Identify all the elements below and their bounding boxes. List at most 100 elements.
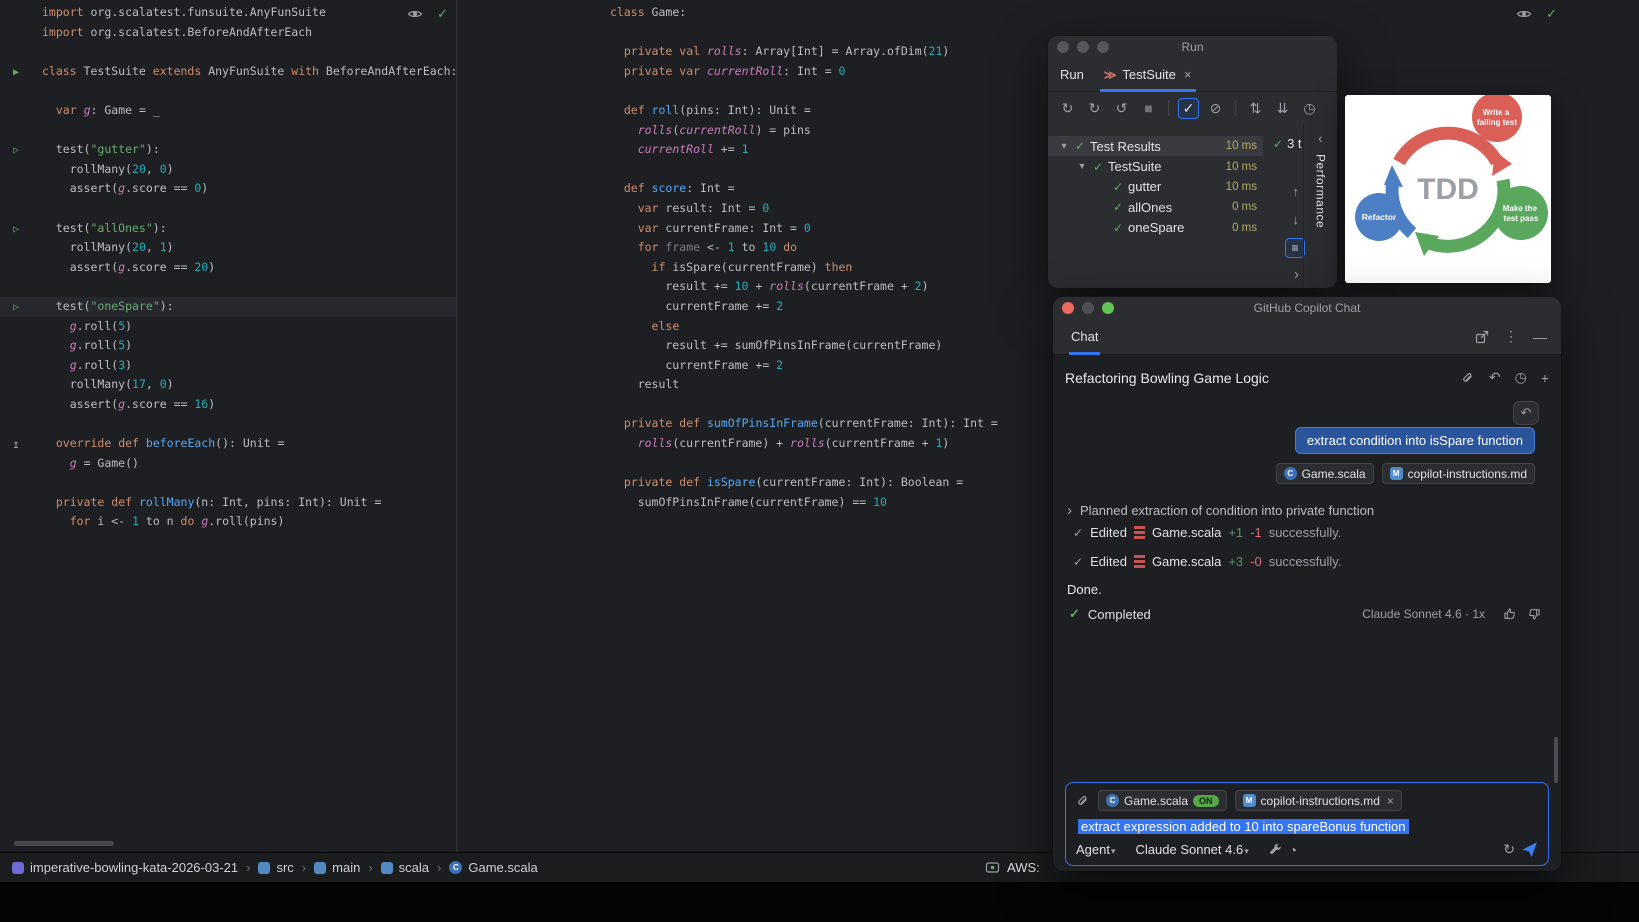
inspections-passed-icon[interactable]: ✓ xyxy=(1546,6,1557,22)
thumbs-up-icon[interactable] xyxy=(1503,607,1517,621)
mode-dropdown[interactable]: Agent▾ xyxy=(1076,842,1116,857)
code-line[interactable]: ▷ test("gutter"): xyxy=(0,140,456,160)
code-line[interactable]: g = Game() xyxy=(0,454,456,474)
sort-alphabetically-icon[interactable]: ⇅ xyxy=(1245,98,1266,119)
rerun-failed-icon[interactable]: ↻ xyxy=(1084,98,1105,119)
context-chip[interactable]: CGame.scalaON xyxy=(1098,790,1227,811)
attach-icon[interactable] xyxy=(1461,371,1475,385)
code-line[interactable]: ▶class TestSuite extends AnyFunSuite wit… xyxy=(0,62,456,82)
input-text-row[interactable]: extract expression added to 10 into spar… xyxy=(1078,819,1536,834)
code-line[interactable]: ↥ override def beforeEach(): Unit = xyxy=(0,434,456,454)
code-line[interactable] xyxy=(0,81,456,101)
code-line[interactable]: import org.scalatest.funsuite.AnyFunSuit… xyxy=(0,3,456,23)
code-line[interactable]: assert(g.score == 16) xyxy=(0,395,456,415)
undo-edits-icon[interactable]: ↶ xyxy=(1489,369,1501,386)
horizontal-scrollbar[interactable] xyxy=(14,841,114,846)
tab-testsuite[interactable]: ≫ TestSuite × xyxy=(1100,58,1196,92)
zoom-window-icon[interactable] xyxy=(1097,41,1109,53)
show-ignored-icon[interactable]: ⊘ xyxy=(1205,98,1226,119)
more-options-icon[interactable]: ⋮ xyxy=(1504,328,1518,345)
chat-input-box[interactable]: CGame.scalaON Mcopilot-instructions.md× e… xyxy=(1065,782,1549,866)
expand-panel-icon[interactable]: › xyxy=(1294,266,1299,283)
toggle-auto-test-icon[interactable]: ↺ xyxy=(1111,98,1132,119)
hide-panel-icon[interactable]: — xyxy=(1533,329,1547,345)
inspections-passed-icon[interactable]: ✓ xyxy=(437,6,448,22)
code-line[interactable]: rollMany(17, 0) xyxy=(0,375,456,395)
code-line[interactable] xyxy=(0,277,456,297)
chat-scrollbar[interactable] xyxy=(1554,737,1558,783)
code-line[interactable]: assert(g.score == 20) xyxy=(0,258,456,278)
code-line[interactable]: g.roll(3) xyxy=(0,356,456,376)
chat-history-icon[interactable]: ◷ xyxy=(1515,369,1527,386)
breadcrumb-item[interactable]: main xyxy=(314,860,360,875)
test-tree-row[interactable]: ✓oneSpare0 ms xyxy=(1048,218,1263,238)
override-gutter-icon[interactable]: ↥ xyxy=(7,435,25,455)
tab-run[interactable]: Run xyxy=(1060,58,1084,92)
minimize-window-icon[interactable] xyxy=(1082,302,1094,314)
breadcrumb-item[interactable]: src xyxy=(258,860,293,875)
usage-icon[interactable]: ◔ xyxy=(1289,842,1297,858)
code-line[interactable]: import org.scalatest.BeforeAndAfterEach xyxy=(0,23,456,43)
editor-testsuite-pane[interactable]: import org.scalatest.funsuite.AnyFunSuit… xyxy=(0,0,456,852)
attach-file-icon[interactable] xyxy=(1076,794,1090,808)
code-line[interactable] xyxy=(0,473,456,493)
code-line[interactable]: ▷ test("oneSpare"): xyxy=(0,297,456,317)
test-history-icon[interactable]: ◷ xyxy=(1299,98,1320,119)
test-tree-row[interactable]: ▾✓TestSuite10 ms xyxy=(1048,156,1263,176)
code-line[interactable]: assert(g.score == 0) xyxy=(0,179,456,199)
run-class-gutter-icon[interactable]: ▶ xyxy=(7,63,25,83)
show-passed-icon[interactable]: ✓ xyxy=(1178,98,1199,119)
context-chip[interactable]: Mcopilot-instructions.md× xyxy=(1235,790,1402,811)
tools-icon[interactable] xyxy=(1269,843,1283,857)
test-tree-row[interactable]: ✓gutter10 ms xyxy=(1048,177,1263,197)
zoom-window-icon[interactable] xyxy=(1102,302,1114,314)
context-chip[interactable]: CGame.scala xyxy=(1276,463,1374,484)
run-test-gutter-icon[interactable]: ▷ xyxy=(7,220,25,240)
input-selected-text[interactable]: extract expression added to 10 into spar… xyxy=(1078,819,1409,834)
close-window-icon[interactable] xyxy=(1057,41,1069,53)
test-tree-row[interactable]: ✓allOnes0 ms xyxy=(1048,197,1263,217)
code-line[interactable]: ▷ test("allOnes"): xyxy=(0,219,456,239)
code-line[interactable] xyxy=(0,199,456,219)
edited-file-name[interactable]: Game.scala xyxy=(1152,554,1221,569)
undo-button[interactable]: ↶ xyxy=(1513,401,1539,425)
aws-status-label[interactable]: AWS: xyxy=(1007,860,1040,875)
edited-file-name[interactable]: Game.scala xyxy=(1152,525,1221,540)
run-window-titlebar[interactable]: Run xyxy=(1048,36,1337,58)
chevron-down-icon[interactable]: ▾ xyxy=(1074,161,1090,172)
thumbs-down-icon[interactable] xyxy=(1527,607,1541,621)
close-window-icon[interactable] xyxy=(1062,302,1074,314)
close-tab-icon[interactable]: × xyxy=(1184,67,1192,82)
code-line[interactable]: g.roll(5) xyxy=(0,336,456,356)
run-test-gutter-icon[interactable]: ▷ xyxy=(7,141,25,161)
tab-performance[interactable]: Performance xyxy=(1314,154,1328,228)
code-line[interactable]: var g: Game = _ xyxy=(0,101,456,121)
send-icon[interactable] xyxy=(1521,841,1538,858)
filter-tests-icon[interactable]: ≡ xyxy=(1285,238,1305,258)
aws-icon[interactable] xyxy=(985,860,1000,875)
code-line[interactable]: rollMany(20, 0) xyxy=(0,160,456,180)
remove-chip-icon[interactable]: × xyxy=(1387,794,1394,808)
rerun-icon[interactable]: ↻ xyxy=(1057,98,1078,119)
context-chip[interactable]: Mcopilot-instructions.md xyxy=(1382,463,1535,484)
code-line[interactable] xyxy=(0,414,456,434)
code-line[interactable]: private def rollMany(n: Int, pins: Int):… xyxy=(0,493,456,513)
next-test-icon[interactable]: ↓ xyxy=(1293,212,1300,227)
regenerate-icon[interactable]: ↻ xyxy=(1503,841,1515,858)
user-message-bubble[interactable]: extract condition into isSpare function xyxy=(1295,427,1535,454)
code-line[interactable]: class Game: xyxy=(457,3,1639,23)
chevron-down-icon[interactable]: ▾ xyxy=(1056,141,1072,152)
eye-icon[interactable] xyxy=(407,6,423,22)
collapse-icon[interactable]: ‹ xyxy=(1318,130,1323,146)
breadcrumb-item[interactable]: imperative-bowling-kata-2026-03-21 xyxy=(12,860,238,875)
tab-chat[interactable]: Chat xyxy=(1069,319,1100,355)
code-line[interactable]: for i <- 1 to n do g.roll(pins) xyxy=(0,512,456,532)
open-in-editor-icon[interactable] xyxy=(1475,330,1489,344)
minimize-window-icon[interactable] xyxy=(1077,41,1089,53)
code-line[interactable] xyxy=(0,42,456,62)
collapsed-step-row[interactable]: › Planned extraction of condition into p… xyxy=(1067,502,1374,519)
previous-test-icon[interactable]: ↑ xyxy=(1293,184,1300,199)
expand-all-icon[interactable]: ⇊ xyxy=(1272,98,1293,119)
model-dropdown[interactable]: Claude Sonnet 4.6▾ xyxy=(1136,842,1249,857)
breadcrumb-item[interactable]: CGame.scala xyxy=(449,860,537,875)
